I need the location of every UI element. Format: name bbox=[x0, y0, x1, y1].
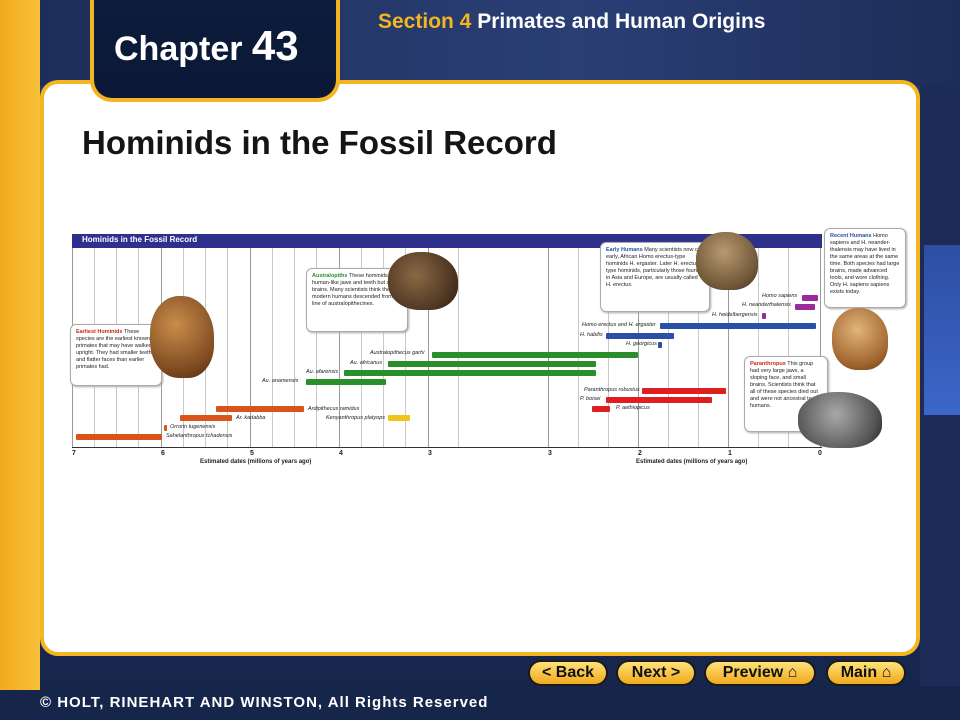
tick-label: 1 bbox=[728, 450, 732, 457]
section-name: Primates and Human Origins bbox=[477, 10, 766, 33]
grid-line bbox=[272, 248, 273, 448]
callout-recent-humans: Recent Humans Homo sapiens and H. neande… bbox=[824, 228, 906, 308]
bar-garhi bbox=[432, 352, 638, 358]
species-label: H. heidelbergensis bbox=[712, 312, 758, 318]
callout-earliest-hominids: Earliest Hominids These species are the … bbox=[70, 324, 162, 386]
grid-line bbox=[548, 248, 549, 448]
figure-title: Hominids in the Fossil Record bbox=[82, 235, 198, 244]
callout-text: Many scientists now call early, African … bbox=[606, 247, 704, 288]
species-label: Au. anamensis bbox=[262, 378, 299, 384]
grid-line bbox=[578, 248, 579, 448]
tick-label: 3 bbox=[548, 450, 552, 457]
section-prefix: Section 4 bbox=[378, 10, 472, 33]
tick-label: 5 bbox=[250, 450, 254, 457]
section-title: Section 4 Primates and Human Origins bbox=[378, 8, 818, 36]
bar-sahelanthropus bbox=[76, 434, 162, 440]
callout-title: Earliest Hominids bbox=[76, 329, 123, 335]
skull-illustration-sahelanthropus bbox=[150, 296, 214, 378]
axis-label-left: Estimated dates (millions of years ago) bbox=[200, 459, 312, 465]
skull-illustration-sapiens bbox=[832, 308, 888, 370]
bar-erectus bbox=[660, 323, 816, 329]
skull-illustration-erectus bbox=[696, 232, 758, 290]
preview-button[interactable]: Preview ⌂ bbox=[704, 660, 816, 686]
right-accent-block bbox=[924, 245, 960, 415]
tick-label: 4 bbox=[339, 450, 343, 457]
bar-habilis bbox=[606, 333, 674, 339]
axis-label-right: Estimated dates (millions of years ago) bbox=[636, 459, 748, 465]
tick-label: 6 bbox=[161, 450, 165, 457]
bar-robustus bbox=[642, 388, 726, 394]
species-label: Sahelanthropus tchadensis bbox=[166, 433, 233, 439]
species-label: Orrorin tugenensis bbox=[170, 424, 216, 430]
species-label: H. georgicus bbox=[626, 341, 657, 347]
bar-platyops bbox=[388, 415, 410, 421]
species-label: P. boisei bbox=[580, 396, 601, 402]
species-label: P. aethiopicus bbox=[616, 405, 650, 411]
species-label: Kenyanthropus platyops bbox=[326, 415, 386, 421]
skull-illustration-paranthropus bbox=[798, 392, 882, 448]
callout-text: These species are the earliest known pri… bbox=[76, 329, 152, 370]
callout-early-humans: Early Humans Many scientists now call ea… bbox=[600, 242, 710, 312]
bar-africanus bbox=[388, 361, 596, 367]
species-label: Homo erectus and H. ergaster bbox=[582, 322, 656, 328]
bar-georgicus bbox=[658, 342, 662, 348]
callout-title: Paranthropus bbox=[750, 361, 786, 367]
chapter-label: Chapter 43 bbox=[114, 22, 299, 70]
species-label: Au. africanus bbox=[350, 360, 383, 366]
skull-illustration-australopith bbox=[388, 252, 458, 310]
left-accent-strip bbox=[0, 0, 40, 690]
tick-label: 7 bbox=[72, 450, 76, 457]
bar-boisei bbox=[606, 397, 712, 403]
bar-heidelbergensis bbox=[762, 313, 766, 319]
species-label: Ar. kadabba bbox=[236, 415, 266, 421]
species-label: Homo sapiens bbox=[762, 293, 798, 299]
tick-label: 0 bbox=[818, 450, 822, 457]
back-button[interactable]: < Back bbox=[528, 660, 608, 686]
callout-title: Australopiths bbox=[312, 273, 348, 279]
bar-kadabba bbox=[180, 415, 232, 421]
home-icon: ⌂ bbox=[787, 664, 798, 681]
main-button[interactable]: Main ⌂ bbox=[826, 660, 906, 686]
grid-line bbox=[458, 248, 459, 448]
bar-anamensis bbox=[306, 379, 386, 385]
fossil-record-figure: Hominids in the Fossil Record 7 6 5 4 3 … bbox=[64, 220, 914, 480]
bar-homo-sapiens bbox=[802, 295, 818, 301]
species-label: Paranthropus robustus bbox=[584, 387, 640, 393]
next-button[interactable]: Next > bbox=[616, 660, 696, 686]
tick-label: 3 bbox=[428, 450, 432, 457]
copyright-text: © HOLT, RINEHART AND WINSTON, All Rights… bbox=[40, 694, 489, 711]
page-title: Hominids in the Fossil Record bbox=[82, 124, 557, 161]
bar-ramidus bbox=[216, 406, 304, 412]
species-label: Ardipithecus ramidus bbox=[308, 406, 360, 412]
bar-orrorin bbox=[164, 425, 167, 431]
bar-neanderthalensis bbox=[795, 304, 815, 310]
bar-aethiopicus bbox=[592, 406, 610, 412]
grid-line bbox=[294, 248, 295, 448]
preview-label: Preview bbox=[722, 664, 784, 681]
main-label: Main bbox=[840, 664, 878, 681]
species-label: Australopithecus garhi bbox=[370, 350, 425, 356]
callout-text: Homo sapiens and H. neander-thalensis ma… bbox=[830, 233, 900, 295]
chapter-number: 43 bbox=[251, 22, 299, 69]
home-icon: ⌂ bbox=[881, 664, 892, 681]
bar-afarensis bbox=[344, 370, 596, 376]
callout-title: Recent Humans bbox=[830, 233, 872, 239]
species-label: Au. afarensis bbox=[306, 369, 339, 375]
species-label: H. neanderthalensis bbox=[742, 302, 791, 308]
callout-title: Early Humans bbox=[606, 247, 643, 253]
chapter-word: Chapter bbox=[114, 30, 243, 68]
species-label: H. habilis bbox=[580, 332, 603, 338]
time-axis bbox=[72, 447, 822, 448]
tick-label: 2 bbox=[638, 450, 642, 457]
